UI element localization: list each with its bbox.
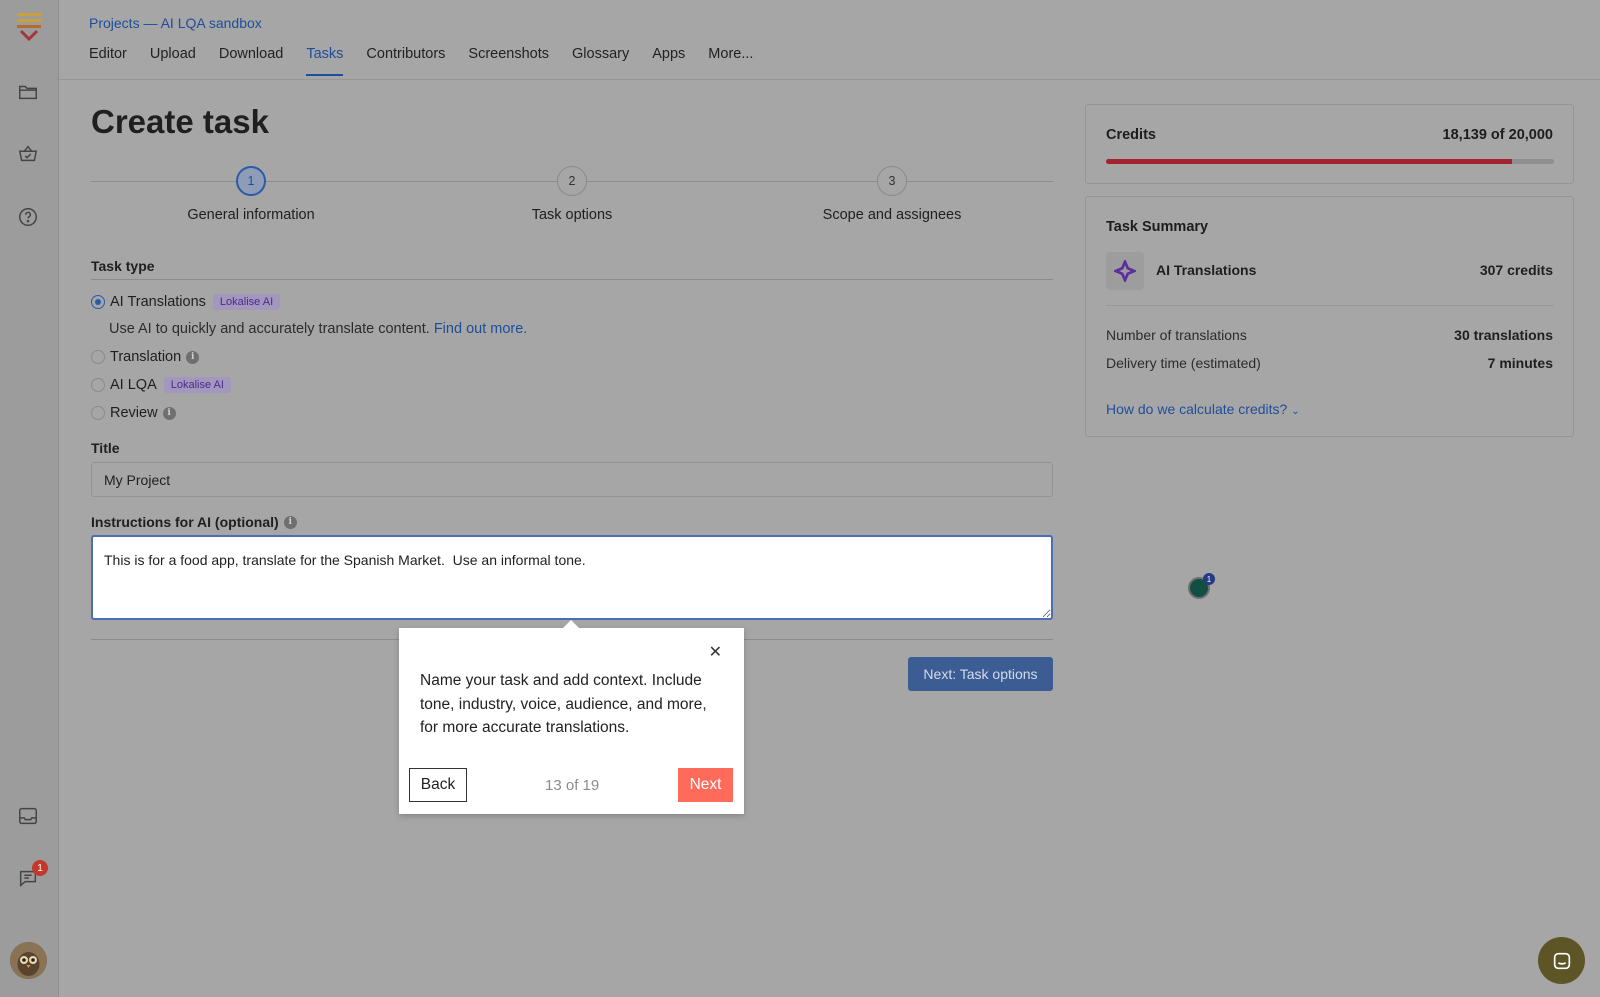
delivery-time-value: 7 minutes: [1487, 355, 1553, 371]
info-icon[interactable]: i: [186, 350, 200, 364]
radio-review[interactable]: [91, 406, 105, 420]
task-type-option-ai-translations[interactable]: AI Translations Lokalise AI: [91, 294, 281, 310]
instructions-label-row: Instructions for AI (optional) i: [91, 514, 297, 530]
support-chat-button[interactable]: [1538, 937, 1585, 984]
step-3-label: Scope and assignees: [822, 207, 962, 223]
find-out-more-link[interactable]: Find out more.: [434, 321, 528, 337]
project-tabs: Editor Upload Download Tasks Contributor…: [89, 46, 776, 76]
sidebar: 1: [0, 0, 59, 997]
close-icon[interactable]: ✕: [709, 642, 722, 662]
translations-count-value: 30 translations: [1454, 327, 1553, 343]
tour-next-button[interactable]: Next: [678, 768, 733, 802]
tab-glossary[interactable]: Glossary: [572, 46, 629, 76]
radio-ai-lqa[interactable]: [91, 378, 105, 392]
tab-apps[interactable]: Apps: [652, 46, 685, 76]
tab-download[interactable]: Download: [219, 46, 284, 76]
hotspot-badge: 1: [1203, 573, 1215, 585]
chevron-down-icon: ⌄: [1291, 406, 1300, 417]
calculate-credits-link[interactable]: How do we calculate credits? ⌄: [1106, 401, 1300, 417]
task-type-option-ai-lqa[interactable]: AI LQA Lokalise AI: [91, 377, 231, 393]
option-label: Review: [110, 405, 158, 421]
messages-icon[interactable]: 1: [16, 860, 48, 890]
task-type-label: Task type: [91, 258, 155, 274]
breadcrumb-separator: —: [143, 15, 158, 31]
credits-progress-fill: [1106, 159, 1513, 164]
help-icon[interactable]: [16, 205, 40, 229]
option-label: AI LQA: [110, 377, 157, 393]
credits-progress-bar: [1106, 159, 1554, 164]
breadcrumb-project-link[interactable]: AI LQA sandbox: [161, 15, 262, 31]
ai-sparkle-icon: [1106, 252, 1144, 290]
radio-translation[interactable]: [91, 350, 105, 364]
lokalise-logo-icon[interactable]: [15, 11, 43, 42]
credits-value: 18,139 of 20,000: [1442, 127, 1553, 143]
tab-upload[interactable]: Upload: [150, 46, 196, 76]
project-header: Projects — AI LQA sandbox Editor Upload …: [59, 0, 1600, 80]
tab-more[interactable]: More...: [708, 46, 753, 76]
summary-divider: [1106, 305, 1554, 306]
credits-card: Credits 18,139 of 20,000: [1085, 104, 1574, 184]
tour-step-counter: 13 of 19: [545, 777, 600, 794]
next-task-options-button[interactable]: Next: Task options: [908, 657, 1053, 691]
calculate-credits-text: How do we calculate credits?: [1106, 401, 1288, 417]
inbox-icon[interactable]: [16, 804, 40, 828]
notification-badge: 1: [32, 860, 48, 876]
tab-tasks[interactable]: Tasks: [306, 46, 344, 76]
tab-screenshots[interactable]: Screenshots: [468, 46, 549, 76]
step-2-label: Task options: [531, 207, 613, 223]
option-label: AI Translations: [110, 294, 206, 310]
radio-ai-translations[interactable]: [91, 295, 105, 309]
step-3-circle: 3: [877, 166, 907, 196]
title-label: Title: [91, 440, 120, 456]
ai-translations-description: Use AI to quickly and accurately transla…: [109, 321, 527, 337]
onboarding-tour-popover: ✕ Name your task and add context. Includ…: [399, 620, 744, 814]
task-summary-card: Task Summary AI Translations 307 credits…: [1085, 196, 1574, 437]
summary-item-credits: 307 credits: [1479, 262, 1553, 278]
instructions-textarea[interactable]: This is for a food app, translate for th…: [91, 535, 1053, 620]
lokalise-ai-badge: Lokalise AI: [212, 294, 281, 310]
delivery-time-label: Delivery time (estimated): [1106, 355, 1261, 371]
description-text: Use AI to quickly and accurately transla…: [109, 321, 430, 337]
info-icon[interactable]: i: [162, 406, 176, 420]
info-icon[interactable]: i: [283, 515, 297, 529]
credits-title: Credits: [1106, 127, 1156, 143]
translations-count-label: Number of translations: [1106, 327, 1247, 343]
summary-item-name: AI Translations: [1156, 262, 1257, 278]
step-1-label: General information: [187, 207, 315, 223]
lokalise-ai-badge: Lokalise AI: [163, 377, 231, 393]
option-label: Translation: [110, 349, 182, 365]
task-type-divider: [91, 279, 1053, 280]
tour-step-text: Name your task and add context. Include …: [420, 672, 707, 736]
step-1-circle: 1: [236, 166, 266, 196]
step-2-circle: 2: [557, 166, 587, 196]
page-title: Create task: [91, 103, 269, 140]
task-type-option-translation[interactable]: Translation i: [91, 349, 200, 365]
user-avatar[interactable]: [10, 942, 47, 979]
orders-basket-icon[interactable]: [16, 142, 40, 166]
instructions-label: Instructions for AI (optional): [91, 514, 279, 530]
tab-contributors[interactable]: Contributors: [366, 46, 445, 76]
task-summary-title: Task Summary: [1106, 219, 1209, 235]
task-type-option-review[interactable]: Review i: [91, 405, 176, 421]
projects-folder-icon[interactable]: [16, 80, 40, 104]
breadcrumb-projects-link[interactable]: Projects: [89, 15, 140, 31]
tab-editor[interactable]: Editor: [89, 46, 127, 76]
title-input[interactable]: [91, 462, 1053, 497]
tour-back-button[interactable]: Back: [409, 768, 467, 802]
breadcrumb: Projects — AI LQA sandbox: [89, 15, 262, 31]
